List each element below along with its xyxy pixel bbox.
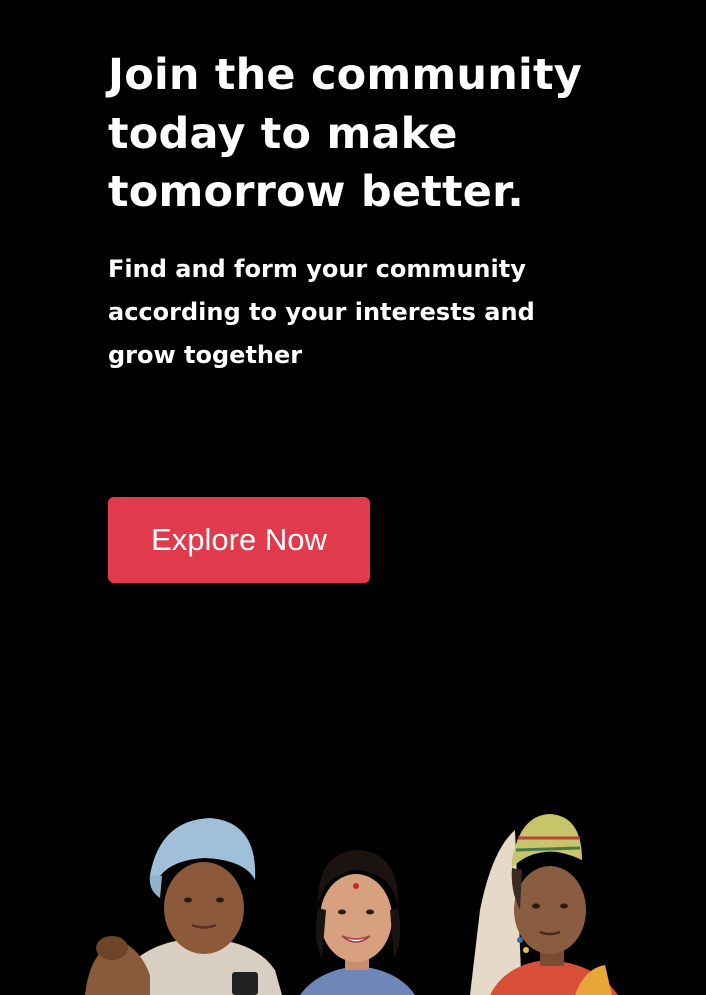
- explore-now-button[interactable]: Explore Now: [108, 497, 370, 583]
- person-left: [85, 818, 282, 995]
- hero-subheadline: Find and form your community according t…: [108, 254, 535, 369]
- community-people-image: [85, 814, 618, 995]
- hero-headline: Join the community today to make tomorro…: [108, 50, 582, 217]
- person-right: [470, 814, 618, 995]
- person-middle: [300, 850, 415, 995]
- hero-section: Join the community today to make tomorro…: [108, 46, 628, 377]
